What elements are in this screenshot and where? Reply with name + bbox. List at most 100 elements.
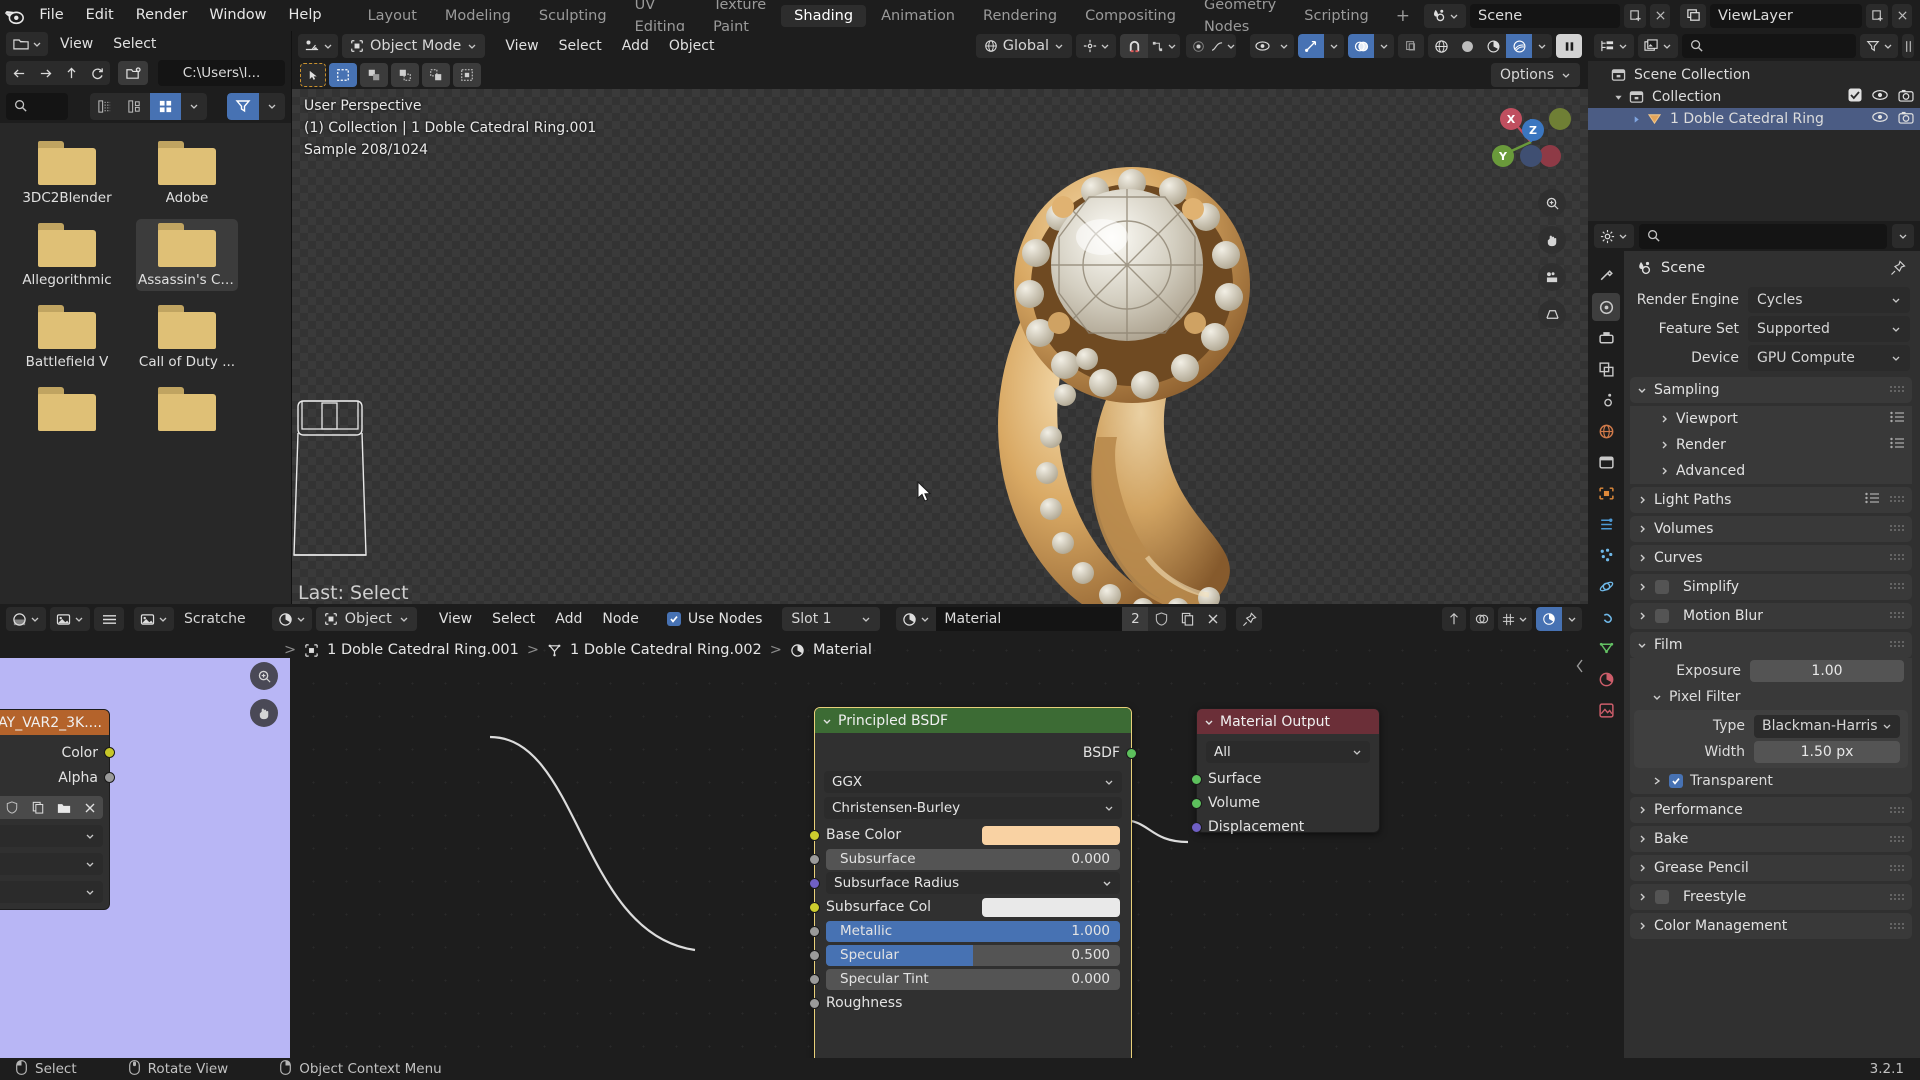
properties-options-dropdown[interactable] <box>1892 224 1914 248</box>
refresh-icon[interactable] <box>84 61 110 85</box>
search-input[interactable] <box>6 93 68 120</box>
node-material-output[interactable]: Material Output All SurfaceVolumeDisplac… <box>1196 708 1380 833</box>
falloff-curve-icon[interactable] <box>1210 34 1236 58</box>
properties-tab-modifiers[interactable] <box>1592 510 1620 538</box>
scene-icon[interactable] <box>1424 4 1466 28</box>
node-input-specular[interactable]: Specular0.500 <box>815 943 1131 967</box>
pin-icon[interactable] <box>1890 260 1906 276</box>
search-input[interactable] <box>1639 224 1887 249</box>
breadcrumb-label[interactable]: Material <box>813 642 872 658</box>
file-item[interactable]: 3DC2Blender <box>16 137 118 209</box>
node-input-base-color[interactable]: Base Color <box>815 823 1131 847</box>
outliner-row[interactable]: 1 Doble Catedral Ring <box>1588 108 1920 130</box>
display-mode-dropdown[interactable] <box>181 93 207 120</box>
snap-options-dropdown[interactable] <box>1148 34 1180 58</box>
properties-tab-object[interactable] <box>1592 479 1620 507</box>
node-input-specular-tint[interactable]: Specular Tint0.000 <box>815 967 1131 991</box>
panel-grip-icon[interactable] <box>1889 550 1905 566</box>
file-menu-view[interactable]: View <box>50 36 103 52</box>
file-item[interactable]: Battlefield V <box>16 301 118 373</box>
shield-icon[interactable] <box>1148 607 1174 631</box>
gizmo-z-axis[interactable]: Z <box>1522 119 1544 141</box>
properties-tab-tool[interactable] <box>1592 262 1620 290</box>
viewlayer-name-field[interactable]: ViewLayer <box>1710 4 1862 28</box>
properties-panel-film[interactable]: Film <box>1630 632 1912 658</box>
search-input[interactable] <box>1682 34 1856 58</box>
panel-grip-icon[interactable] <box>1889 806 1905 815</box>
viewport-menu-view[interactable]: View <box>495 38 548 54</box>
socket-subsurface-col[interactable] <box>809 902 820 913</box>
remove-viewlayer-icon[interactable] <box>1892 4 1912 28</box>
file-item[interactable]: Call of Duty ... <box>136 301 238 373</box>
filter-dropdown[interactable] <box>259 93 285 120</box>
thumbnail-grid-icon[interactable] <box>150 93 182 120</box>
camera-view-icon[interactable] <box>1538 263 1566 291</box>
properties-panel-sampling[interactable]: Sampling <box>1630 377 1912 403</box>
node-input-displacement[interactable]: Displacement <box>1197 815 1379 839</box>
feature-set-dropdown[interactable]: Supported <box>1748 316 1910 342</box>
properties-tab-texture[interactable] <box>1592 696 1620 724</box>
select-circle-icon[interactable] <box>360 63 388 87</box>
view-mode-icon[interactable] <box>50 607 90 631</box>
remove-scene-icon[interactable] <box>1650 4 1670 28</box>
preset-list-icon[interactable] <box>1890 411 1905 427</box>
horizontal-list-icon[interactable] <box>120 93 150 120</box>
topbar-menu-edit[interactable]: Edit <box>75 0 125 31</box>
color-swatch[interactable] <box>982 826 1120 845</box>
topbar-menu-help[interactable]: Help <box>278 0 333 31</box>
overlays-icon[interactable] <box>1348 34 1374 58</box>
select-extend-icon[interactable] <box>422 63 450 87</box>
new-viewlayer-icon[interactable] <box>1866 4 1888 28</box>
workspace-tab-shading[interactable]: Shading <box>781 5 866 27</box>
workspace-tab-sculpting[interactable]: Sculpting <box>526 5 620 27</box>
shader-editor-icon[interactable] <box>6 607 46 631</box>
properties-tab-particles[interactable] <box>1592 541 1620 569</box>
open-folder-icon[interactable] <box>51 796 77 819</box>
topbar-menu-file[interactable]: File <box>28 0 74 31</box>
duplicate-icon[interactable] <box>25 796 51 819</box>
node-menu-add[interactable]: Add <box>545 611 592 627</box>
properties-tab-world[interactable] <box>1592 417 1620 445</box>
zoom-icon[interactable] <box>250 662 278 690</box>
sidebar-toggle-icon[interactable] <box>1574 656 1586 676</box>
arrow-left-icon[interactable] <box>6 61 32 85</box>
distribution-dropdown[interactable]: GGX <box>824 771 1122 793</box>
file-browser-icon[interactable] <box>6 32 48 56</box>
new-folder-icon[interactable] <box>118 61 148 85</box>
socket-volume[interactable] <box>1191 798 1202 809</box>
file-item[interactable]: Adobe <box>136 137 238 209</box>
properties-panel-performance[interactable]: Performance <box>1630 797 1912 823</box>
transform-orientation-dropdown[interactable]: Global <box>976 34 1072 58</box>
target-dropdown[interactable]: All <box>1206 741 1370 763</box>
properties-tab-physics[interactable] <box>1592 572 1620 600</box>
tweak-icon[interactable] <box>300 63 326 87</box>
filter-icon[interactable] <box>227 93 259 120</box>
pixel-filter-type-dropdown[interactable]: Blackman-Harris <box>1754 715 1900 738</box>
panel-grip-icon[interactable] <box>1889 521 1905 537</box>
overlay-node-icon[interactable] <box>1470 607 1494 631</box>
properties-panel-motion-blur[interactable]: Motion Blur <box>1630 603 1912 629</box>
panel-grip-icon[interactable] <box>1889 492 1905 508</box>
material-preview-icon[interactable] <box>1480 34 1506 58</box>
shading-preview-dropdown[interactable] <box>1562 607 1582 631</box>
last-operator-panel[interactable]: Last: Select <box>298 582 409 604</box>
hamburger-icon[interactable] <box>94 607 124 631</box>
node-input-surface[interactable]: Surface <box>1197 767 1379 791</box>
material-users-count[interactable]: 2 <box>1122 607 1148 631</box>
xray-icon[interactable] <box>1398 34 1424 58</box>
node-header[interactable]: Principled BSDF <box>815 708 1131 733</box>
node-input-slider[interactable]: Specular Tint0.000 <box>826 969 1120 990</box>
properties-tab-constraints[interactable] <box>1592 603 1620 631</box>
use-nodes-toggle[interactable]: Use Nodes <box>667 611 762 627</box>
arrow-right-icon[interactable] <box>32 61 58 85</box>
pixel-filter-subpanel-header[interactable]: Pixel Filter <box>1630 684 1912 710</box>
viewport-options-dropdown[interactable]: Options <box>1491 63 1580 87</box>
duplicate-icon[interactable] <box>1174 607 1200 631</box>
exposure-field[interactable]: 1.00 <box>1750 660 1904 682</box>
snap-target-icon[interactable] <box>1076 34 1116 58</box>
node-canvas[interactable]: >1 Doble Catedral Ring.001>1 Doble Cated… <box>0 634 1588 1058</box>
eye-icon[interactable] <box>1872 111 1888 127</box>
outliner-row[interactable]: Scene Collection <box>1588 64 1920 86</box>
panel-grip-icon[interactable] <box>1889 893 1905 902</box>
proportional-edit-icon[interactable] <box>1186 34 1210 58</box>
